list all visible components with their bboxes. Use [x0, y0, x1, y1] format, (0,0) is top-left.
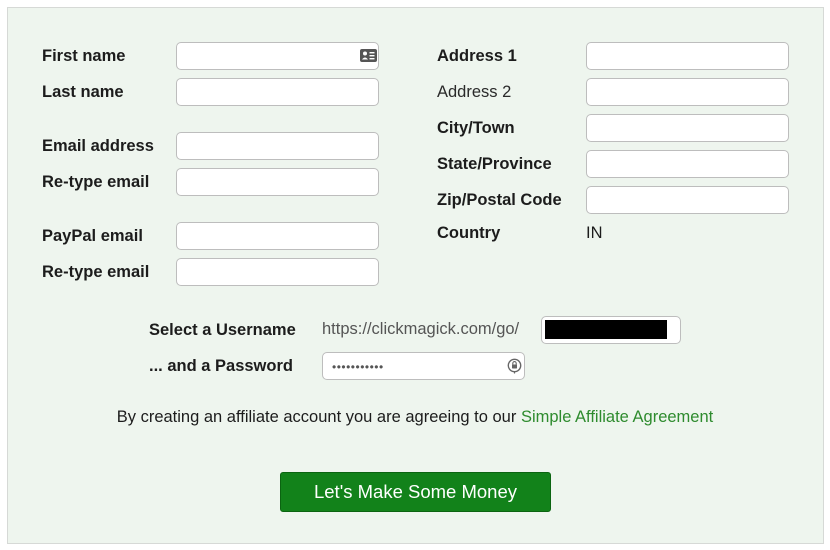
password-manager-icon[interactable]: [507, 358, 522, 374]
address2-input[interactable]: [586, 78, 789, 106]
password-input[interactable]: •••••••••••: [322, 352, 525, 380]
agreement-text: By creating an affiliate account you are…: [0, 407, 830, 427]
affiliate-agreement-link[interactable]: Simple Affiliate Agreement: [521, 408, 713, 426]
address1-input[interactable]: [586, 42, 789, 70]
first-name-label: First name: [42, 47, 126, 65]
retype-paypal-email-input[interactable]: [176, 258, 379, 286]
contact-card-icon[interactable]: [360, 49, 377, 62]
state-input[interactable]: [586, 150, 789, 178]
retype-paypal-email-label: Re-type email: [42, 263, 150, 281]
state-label: State/Province: [437, 155, 552, 173]
password-label: ... and a Password: [149, 357, 293, 375]
paypal-email-label: PayPal email: [42, 227, 143, 245]
city-input[interactable]: [586, 114, 789, 142]
retype-email-label: Re-type email: [42, 173, 150, 191]
last-name-label: Last name: [42, 83, 124, 101]
email-label: Email address: [42, 137, 154, 155]
agreement-sentence: By creating an affiliate account you are…: [116, 408, 521, 426]
zip-input[interactable]: [586, 186, 789, 214]
username-label: Select a Username: [149, 321, 296, 339]
paypal-email-input[interactable]: [176, 222, 379, 250]
zip-label: Zip/Postal Code: [437, 191, 562, 209]
submit-button[interactable]: Let's Make Some Money: [280, 472, 551, 512]
country-value: IN: [586, 224, 603, 242]
address2-label: Address 2: [437, 83, 512, 101]
address1-label: Address 1: [437, 47, 517, 65]
username-url-prefix: https://clickmagick.com/go/: [322, 320, 520, 338]
last-name-input[interactable]: [176, 78, 379, 106]
city-label: City/Town: [437, 119, 515, 137]
email-input[interactable]: [176, 132, 379, 160]
redacted-username: [545, 320, 667, 339]
first-name-input[interactable]: [176, 42, 379, 70]
password-mask: •••••••••••: [332, 360, 384, 374]
country-label: Country: [437, 224, 501, 242]
retype-email-input[interactable]: [176, 168, 379, 196]
